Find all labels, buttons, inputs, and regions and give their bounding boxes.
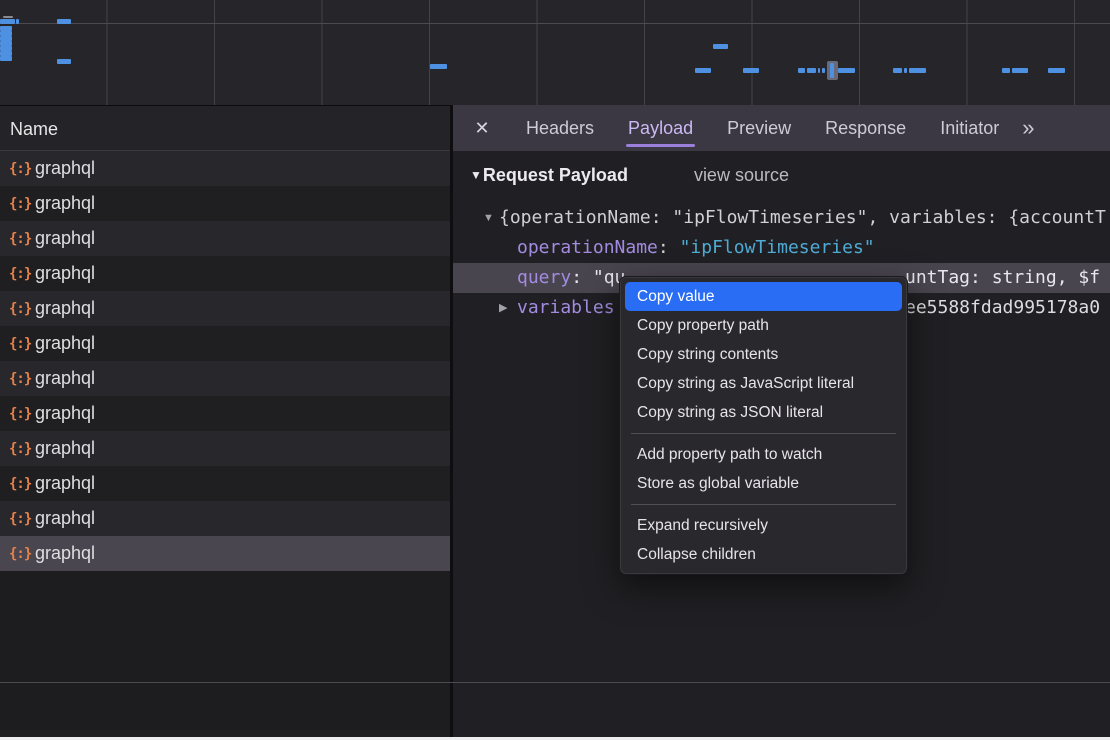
json-braces-icon: {:} — [9, 266, 35, 282]
json-braces-icon: {:} — [9, 476, 35, 492]
devtools-network-panel: Name {:}graphql{:}graphql{:}graphql{:}gr… — [0, 0, 1110, 740]
request-row[interactable]: {:}graphql — [0, 466, 450, 501]
request-row[interactable]: {:}graphql — [0, 291, 450, 326]
request-timing-bar — [57, 59, 71, 64]
request-timing-bar — [904, 68, 907, 73]
menu-item-expand-recursively[interactable]: Expand recursively — [625, 511, 902, 540]
menu-item-store-as-global-variable[interactable]: Store as global variable — [625, 469, 902, 498]
request-list: {:}graphql{:}graphql{:}graphql{:}graphql… — [0, 151, 450, 571]
request-row[interactable]: {:}graphql — [0, 221, 450, 256]
request-name: graphql — [35, 438, 95, 459]
json-braces-icon: {:} — [9, 546, 35, 562]
variables-row-right-fragment: ee5588fdad995178a0 — [905, 293, 1100, 323]
menu-item-copy-value[interactable]: Copy value — [625, 282, 902, 311]
request-name: graphql — [35, 158, 95, 179]
json-preview-row[interactable]: ▼ {operationName: "ipFlowTimeseries", va… — [453, 203, 1110, 233]
request-timing-bar — [713, 44, 728, 49]
collapse-triangle-icon[interactable]: ▼ — [470, 168, 482, 182]
request-payload-title[interactable]: ▼Request Payload — [470, 165, 628, 186]
request-dash — [3, 16, 13, 18]
json-braces-icon: {:} — [9, 231, 35, 247]
request-row[interactable]: {:}graphql — [0, 536, 450, 571]
request-name: graphql — [35, 368, 95, 389]
tab-response[interactable]: Response — [823, 105, 908, 151]
request-timing-bar — [893, 68, 902, 73]
request-name: graphql — [35, 263, 95, 284]
menu-item-copy-string-as-javascript-literal[interactable]: Copy string as JavaScript literal — [625, 369, 902, 398]
details-tab-bar: ✕ Headers Payload Preview Response Initiator… — [453, 105, 1110, 151]
request-timing-bar — [430, 64, 447, 69]
tab-initiator[interactable]: Initiator — [938, 105, 1001, 151]
request-name: graphql — [35, 228, 95, 249]
json-braces-icon: {:} — [9, 441, 35, 457]
request-row[interactable]: {:}graphql — [0, 501, 450, 536]
selected-request-marker-bar — [830, 63, 834, 78]
request-row[interactable]: {:}graphql — [0, 256, 450, 291]
context-menu: Copy valueCopy property pathCopy string … — [619, 276, 908, 575]
request-name: graphql — [35, 333, 95, 354]
request-row[interactable]: {:}graphql — [0, 396, 450, 431]
query-row-right-fragment: untTag: string, $f — [905, 263, 1100, 293]
name-column-header[interactable]: Name — [0, 105, 450, 151]
request-name: graphql — [35, 543, 95, 564]
request-timing-bar — [743, 68, 759, 73]
request-name: graphql — [35, 193, 95, 214]
menu-separator — [631, 433, 896, 434]
request-name: graphql — [35, 403, 95, 424]
request-timing-bar — [695, 68, 711, 73]
close-icon[interactable]: ✕ — [469, 105, 495, 151]
panel-divider[interactable] — [450, 105, 453, 740]
menu-item-copy-string-as-json-literal[interactable]: Copy string as JSON literal — [625, 398, 902, 427]
request-row[interactable]: {:}graphql — [0, 151, 450, 186]
menu-item-collapse-children[interactable]: Collapse children — [625, 540, 902, 569]
request-name: graphql — [35, 298, 95, 319]
operation-name-row[interactable]: operationName: "ipFlowTimeseries" — [453, 233, 1110, 263]
expand-triangle-icon[interactable]: ▼ — [483, 203, 494, 233]
request-timing-bar — [16, 19, 19, 24]
more-tabs-chevron-icon[interactable]: » — [1022, 105, 1034, 151]
request-timing-bar — [807, 68, 816, 73]
footer-divider — [0, 682, 1110, 683]
request-timing-bar — [0, 19, 15, 24]
json-braces-icon: {:} — [9, 336, 35, 352]
request-timing-bar — [1002, 68, 1010, 73]
request-timing-bar — [909, 68, 926, 73]
expand-triangle-icon[interactable]: ▶ — [499, 293, 507, 323]
menu-item-add-property-path-to-watch[interactable]: Add property path to watch — [625, 440, 902, 469]
menu-item-copy-property-path[interactable]: Copy property path — [625, 311, 902, 340]
request-timing-bar — [798, 68, 805, 73]
json-braces-icon: {:} — [9, 511, 35, 527]
menu-separator — [631, 504, 896, 505]
request-row[interactable]: {:}graphql — [0, 186, 450, 221]
request-row[interactable]: {:}graphql — [0, 431, 450, 466]
tab-payload[interactable]: Payload — [626, 105, 695, 151]
request-name: graphql — [35, 473, 95, 494]
menu-item-copy-string-contents[interactable]: Copy string contents — [625, 340, 902, 369]
request-timing-bar — [818, 68, 820, 73]
json-braces-icon: {:} — [9, 196, 35, 212]
tab-headers[interactable]: Headers — [524, 105, 596, 151]
request-timing-bar — [822, 68, 825, 73]
json-braces-icon: {:} — [9, 301, 35, 317]
request-timing-bar — [1048, 68, 1065, 73]
view-source-link[interactable]: view source — [694, 165, 789, 186]
json-braces-icon: {:} — [9, 161, 35, 177]
request-timing-bar — [1012, 68, 1028, 73]
request-row[interactable]: {:}graphql — [0, 326, 450, 361]
json-braces-icon: {:} — [9, 371, 35, 387]
network-overview-timeline[interactable] — [0, 0, 1110, 106]
tab-preview[interactable]: Preview — [725, 105, 793, 151]
request-timing-bar — [0, 56, 12, 61]
request-name: graphql — [35, 508, 95, 529]
json-braces-icon: {:} — [9, 406, 35, 422]
request-timing-bar — [57, 19, 71, 24]
request-timing-bar — [838, 68, 855, 73]
request-row[interactable]: {:}graphql — [0, 361, 450, 396]
request-list-panel: Name {:}graphql{:}graphql{:}graphql{:}gr… — [0, 105, 450, 740]
